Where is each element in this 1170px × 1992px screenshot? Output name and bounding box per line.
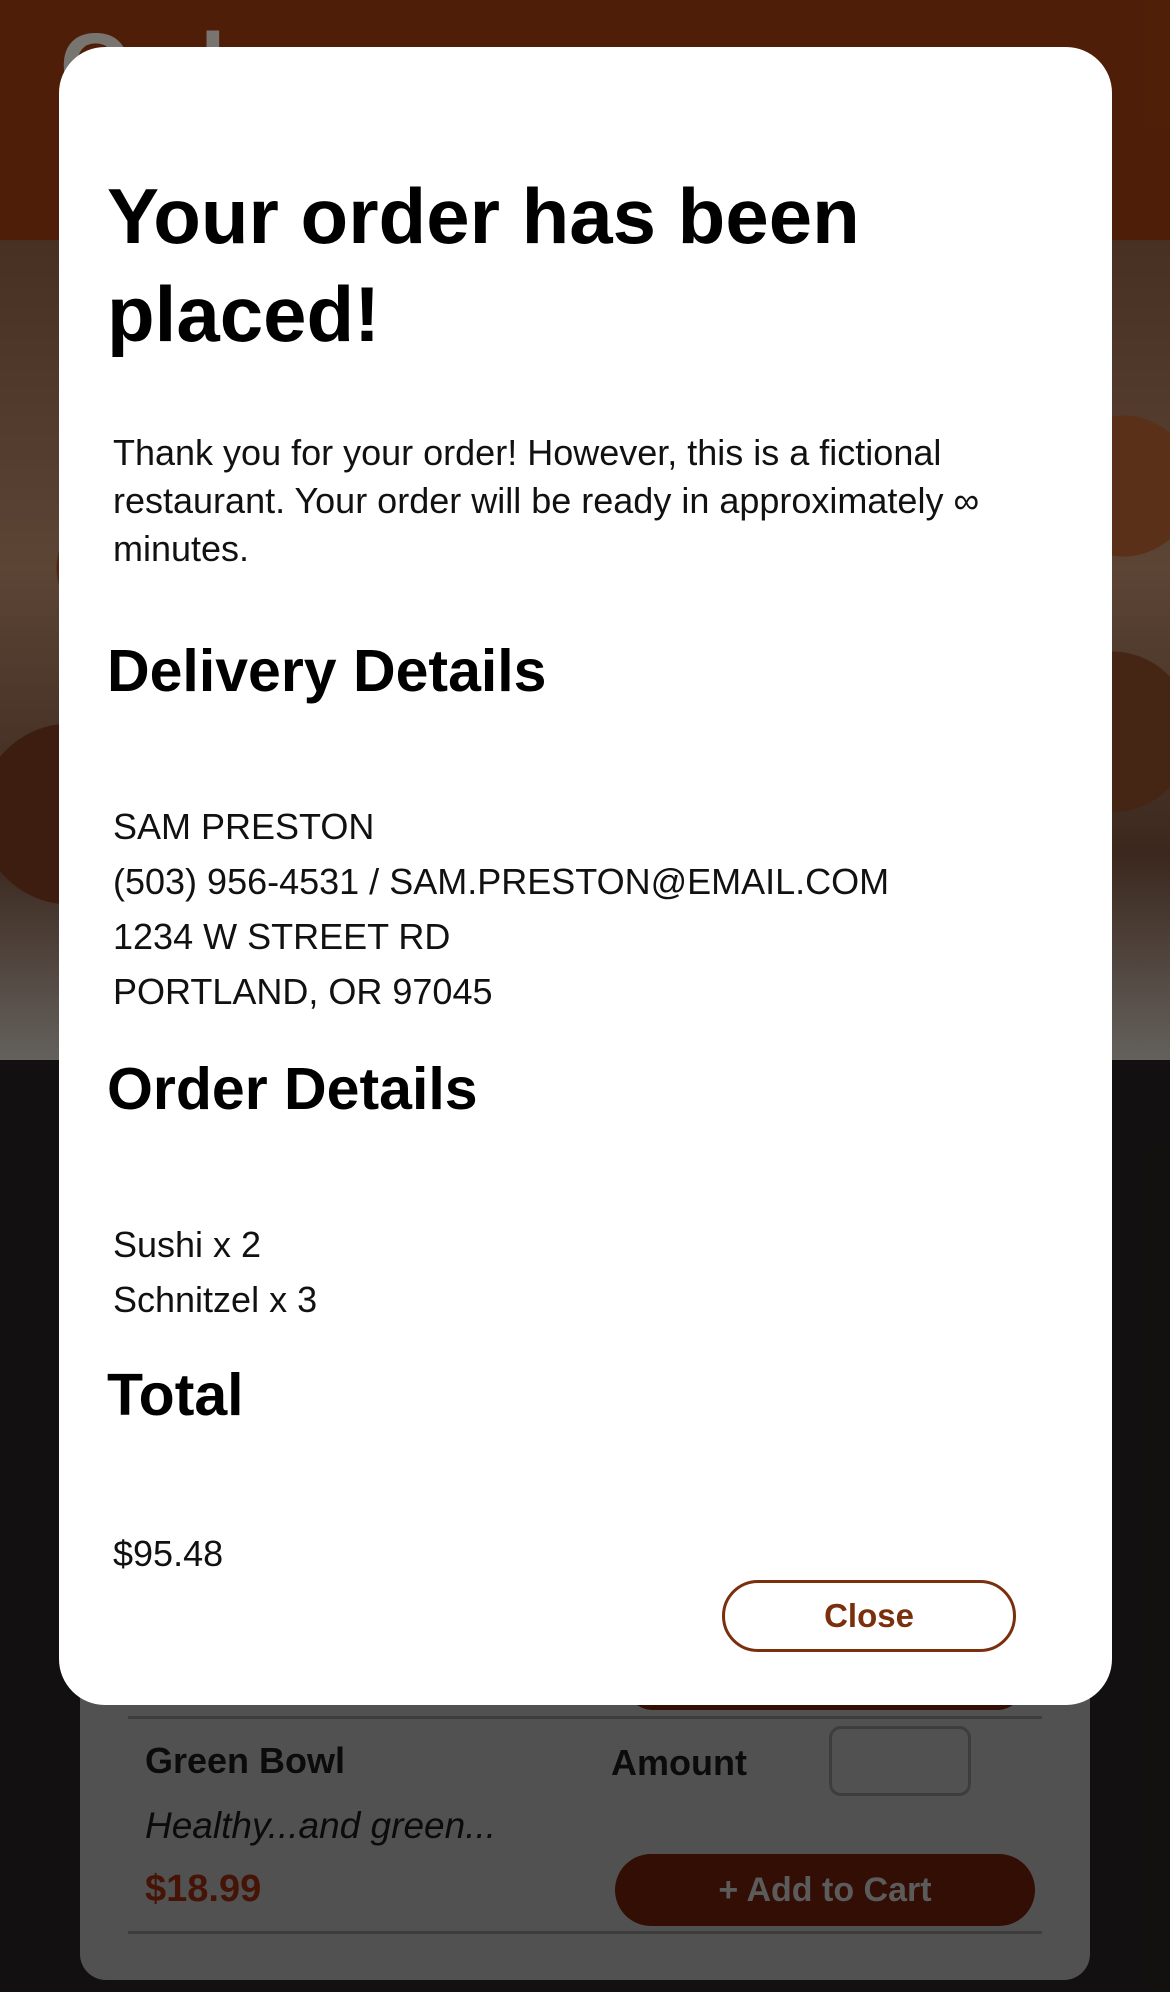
delivery-details-heading: Delivery Details xyxy=(107,638,547,704)
order-item: Sushi x 2 xyxy=(113,1224,262,1265)
total-amount: $95.48 xyxy=(113,1533,224,1574)
modal-title: Your order has been placed! xyxy=(107,172,860,358)
total-heading: Total xyxy=(107,1362,244,1428)
delivery-city: PORTLAND, OR 97045 xyxy=(113,971,493,1012)
delivery-contact: (503) 956-4531 / SAM.PRESTON@EMAIL.COM xyxy=(113,861,890,902)
delivery-name: SAM PRESTON xyxy=(113,806,375,847)
modal-message: Thank you for your order! However, this … xyxy=(113,432,980,569)
order-item: Schnitzel x 3 xyxy=(113,1279,318,1320)
close-button[interactable]: Close xyxy=(722,1580,1016,1652)
order-confirmation-modal: Your order has been placed! Thank you fo… xyxy=(59,47,1112,1705)
order-details-heading: Order Details xyxy=(107,1056,478,1122)
delivery-street: 1234 W STREET RD xyxy=(113,916,451,957)
